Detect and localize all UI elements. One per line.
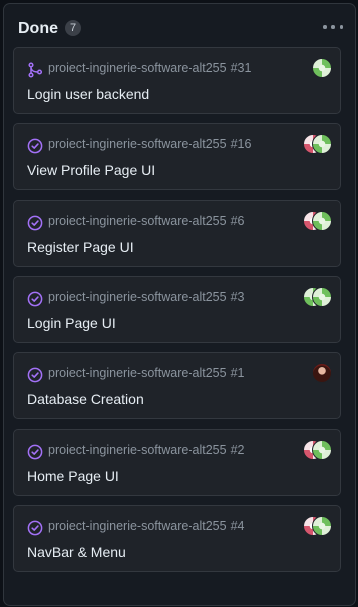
assignee-avatar[interactable]: [312, 134, 332, 155]
card-title[interactable]: Login user backend: [27, 86, 149, 102]
completed-issue-icon: [27, 215, 43, 231]
card-assignees[interactable]: [303, 210, 332, 231]
card-issue-number: #2: [230, 442, 245, 457]
completed-issue-icon: [27, 138, 43, 154]
card-title[interactable]: Register Page UI: [27, 239, 134, 255]
card-issue-reference[interactable]: proiect-inginerie-software-alt255 #16: [48, 137, 251, 151]
card-issue-reference[interactable]: proiect-inginerie-software-alt255 #6: [48, 214, 244, 228]
card-issue-reference[interactable]: proiect-inginerie-software-alt255 #2: [48, 443, 244, 457]
project-card[interactable]: proiect-inginerie-software-alt255 #4 NavBa…: [13, 504, 341, 572]
card-issue-number: #31: [230, 61, 252, 75]
completed-issue-icon: [27, 444, 43, 460]
card-title[interactable]: NavBar & Menu: [27, 544, 126, 560]
project-card[interactable]: proiect-inginerie-software-alt255 #2 Home …: [13, 428, 341, 496]
column-header: Done 7: [4, 4, 355, 48]
project-card[interactable]: proiect-inginerie-software-alt255 #1 Datab…: [13, 352, 341, 420]
card-assignees[interactable]: [312, 363, 332, 384]
card-issue-number: #1: [230, 366, 245, 381]
card-assignees[interactable]: [303, 134, 332, 155]
card-title[interactable]: View Profile Page UI: [27, 162, 155, 178]
assignee-avatar[interactable]: [312, 58, 332, 78]
card-repo-name: proiect-inginerie-software-alt255: [48, 61, 227, 75]
card-repo-name: proiect-inginerie-software-alt255: [48, 518, 227, 533]
completed-issue-icon: [27, 520, 43, 536]
card-assignees[interactable]: [312, 58, 332, 78]
merged-pr-icon: [27, 62, 43, 78]
card-repo-name: proiect-inginerie-software-alt255: [48, 366, 227, 381]
card-issue-reference[interactable]: proiect-inginerie-software-alt255 #3: [48, 290, 244, 304]
card-title[interactable]: Database Creation: [27, 391, 144, 407]
card-assignees[interactable]: [303, 286, 332, 307]
project-card[interactable]: proiect-inginerie-software-alt255 #6 Regis…: [13, 199, 341, 267]
card-issue-reference[interactable]: proiect-inginerie-software-alt255 #31: [48, 61, 251, 75]
column-title: Done: [18, 20, 58, 37]
card-repo-name: proiect-inginerie-software-alt255: [48, 213, 227, 228]
completed-issue-icon: [27, 367, 43, 383]
project-card[interactable]: proiect-inginerie-software-alt255 #31 Logi…: [13, 47, 341, 114]
card-issue-number: #4: [230, 518, 245, 533]
assignee-avatar[interactable]: [312, 286, 332, 307]
project-card[interactable]: proiect-inginerie-software-alt255 #16 View…: [13, 123, 341, 191]
card-issue-reference[interactable]: proiect-inginerie-software-alt255 #1: [48, 366, 244, 380]
card-issue-number: #16: [230, 137, 252, 152]
completed-issue-icon: [27, 291, 43, 307]
card-repo-name: proiect-inginerie-software-alt255: [48, 289, 227, 304]
project-card[interactable]: proiect-inginerie-software-alt255 #3 Login…: [13, 275, 341, 343]
card-title[interactable]: Home Page UI: [27, 468, 119, 484]
card-issue-number: #6: [230, 213, 245, 228]
column-item-count: 7: [65, 20, 81, 36]
assignee-avatar[interactable]: [312, 515, 332, 536]
assignee-avatar[interactable]: [312, 210, 332, 231]
card-repo-name: proiect-inginerie-software-alt255: [48, 137, 227, 152]
card-issue-number: #3: [230, 289, 245, 304]
card-repo-name: proiect-inginerie-software-alt255: [48, 442, 227, 457]
assignee-avatar[interactable]: [312, 363, 332, 384]
card-issue-reference[interactable]: proiect-inginerie-software-alt255 #4: [48, 519, 244, 533]
board-column-done: Done 7 proiect-inginerie-software-alt255…: [3, 3, 356, 606]
card-title[interactable]: Login Page UI: [27, 315, 116, 331]
card-assignees[interactable]: [303, 515, 332, 536]
card-assignees[interactable]: [303, 439, 332, 460]
column-more-options-icon[interactable]: [323, 22, 343, 32]
assignee-avatar[interactable]: [312, 439, 332, 460]
